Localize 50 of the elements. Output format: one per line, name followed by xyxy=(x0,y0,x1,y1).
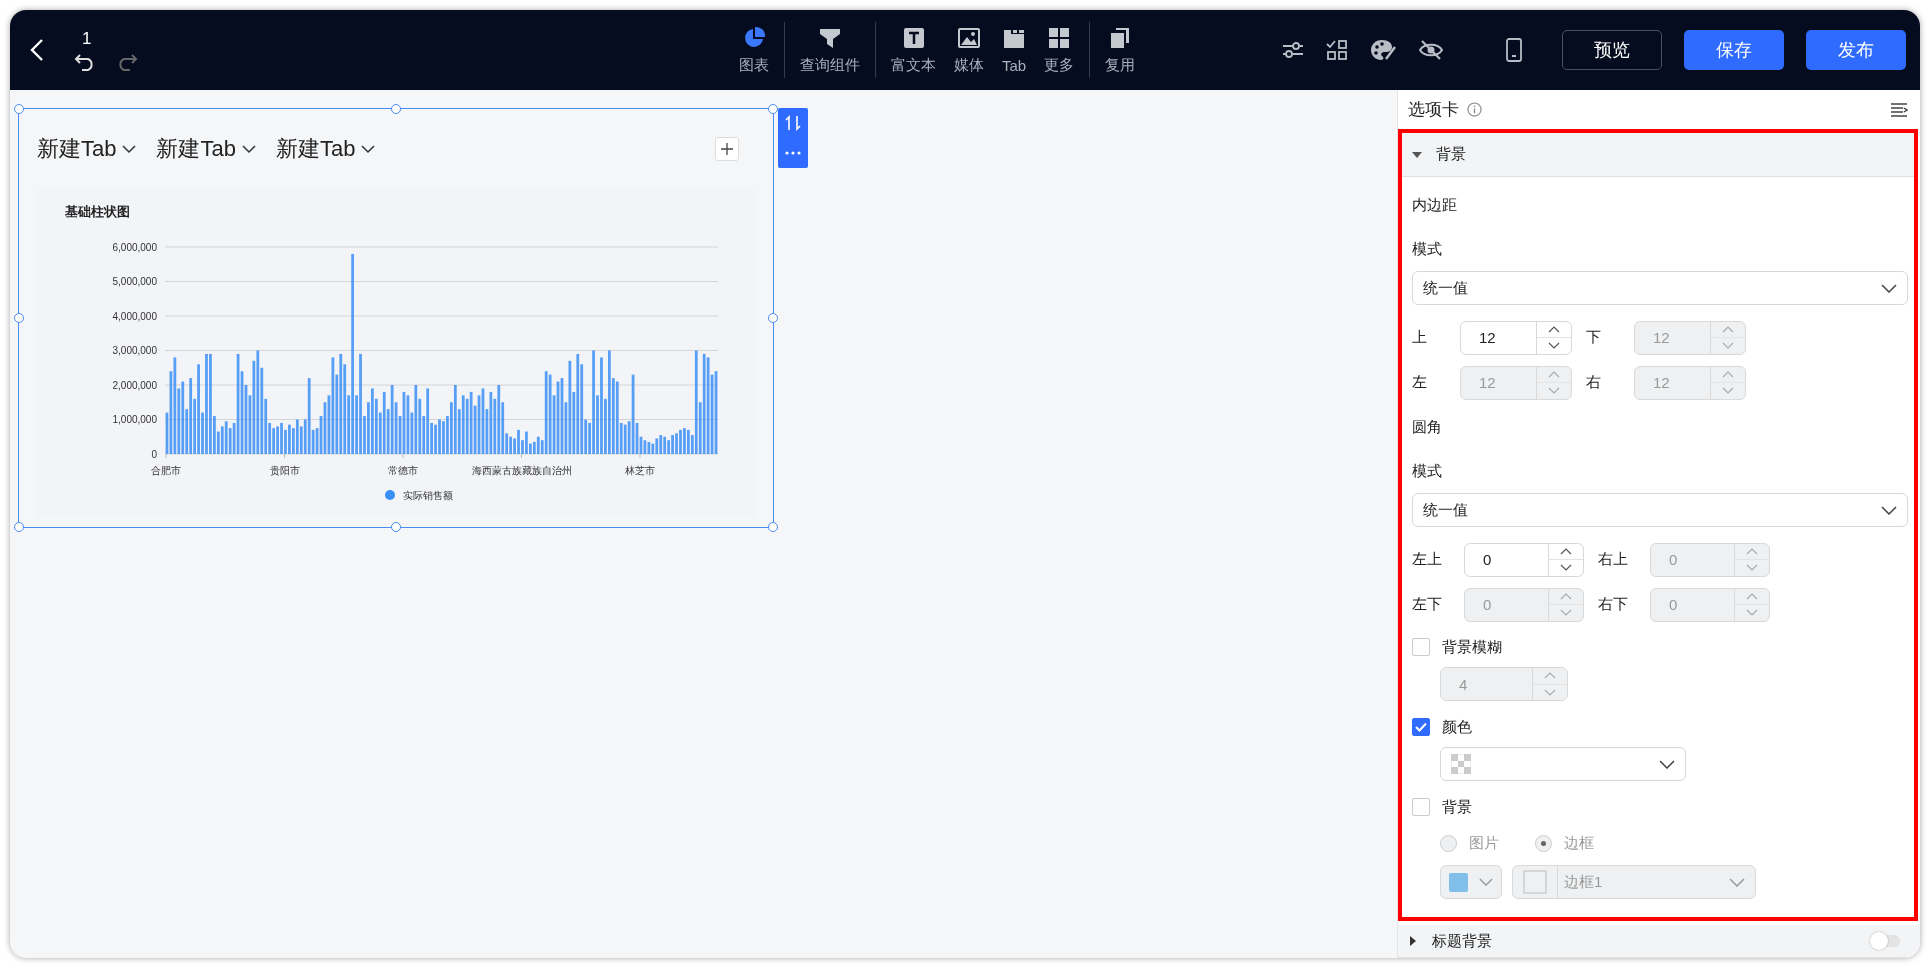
axis-label: 2,000,000 xyxy=(112,379,157,391)
field-label: 模式 xyxy=(1412,460,1443,481)
axis-label: 海西蒙古族藏族自治州 xyxy=(471,465,572,476)
field-label: 右 xyxy=(1586,373,1602,393)
field-label: 模式 xyxy=(1412,238,1443,259)
panel-title: 选项卡 xyxy=(1408,99,1459,122)
toolbar-tool[interactable]: 查询组件 xyxy=(791,25,869,75)
field-label: 左下 xyxy=(1412,595,1443,615)
group-label: 圆角 xyxy=(1412,416,1443,437)
mode-select[interactable]: 统一值 xyxy=(1412,493,1908,528)
number-field[interactable]: 0 xyxy=(1464,542,1584,577)
axis-label: 4,000,000 xyxy=(112,310,157,322)
field-label: 右上 xyxy=(1598,550,1629,570)
tab[interactable]: 新建Tab xyxy=(37,134,137,164)
axis-label: 5,000,000 xyxy=(112,276,157,287)
chart-title: 基础柱状图 xyxy=(65,203,131,221)
toolbar-tool[interactable]: Tab xyxy=(993,26,1036,74)
axis-label: 0 xyxy=(151,448,157,460)
axis-label: 6,000,000 xyxy=(112,241,157,253)
group-label: 内边距 xyxy=(1412,194,1458,215)
checkbox-option[interactable]: 背景 xyxy=(1412,787,1908,828)
toolbar-tool[interactable]: 图表 xyxy=(730,25,778,75)
page-number: 1 xyxy=(81,29,93,49)
axis-label: 1,000,000 xyxy=(112,414,157,425)
checkbox-option[interactable]: 背景模糊 xyxy=(1412,627,1908,668)
axis-label: 贵阳市 xyxy=(269,465,300,476)
number-field[interactable]: 12 xyxy=(1460,320,1572,355)
header-button[interactable]: 保存 xyxy=(1684,30,1784,70)
mode-select[interactable]: 统一值 xyxy=(1412,271,1908,306)
field-label: 左 xyxy=(1412,373,1428,393)
toolbar-tool[interactable]: 复用 xyxy=(1096,25,1145,75)
field-label: 右下 xyxy=(1598,595,1629,615)
axis-label: 3,000,000 xyxy=(112,345,157,356)
section-header[interactable]: 背景 xyxy=(1402,133,1914,178)
tab[interactable]: 新建Tab xyxy=(275,134,376,164)
checkbox-option[interactable]: 颜色 xyxy=(1412,707,1908,748)
axis-label: 林芝市 xyxy=(625,465,655,476)
header-button[interactable]: 发布 xyxy=(1806,30,1906,70)
toolbar-tool[interactable]: 更多 xyxy=(1035,25,1084,75)
legend-label: 实际销售额 xyxy=(403,490,453,501)
axis-label: 常德市 xyxy=(388,465,418,476)
field-label: 上 xyxy=(1412,328,1428,348)
header-button[interactable]: 预览 xyxy=(1562,30,1662,70)
axis-label: 合肥市 xyxy=(151,465,181,476)
toolbar-tool[interactable]: 媒体 xyxy=(945,25,993,75)
section-header[interactable]: 标题背景 xyxy=(1398,925,1920,958)
field-label: 下 xyxy=(1586,328,1602,348)
tab[interactable]: 新建Tab xyxy=(156,134,256,164)
toolbar-tool[interactable]: 富文本 xyxy=(882,25,945,75)
field-label: 左上 xyxy=(1412,550,1443,570)
